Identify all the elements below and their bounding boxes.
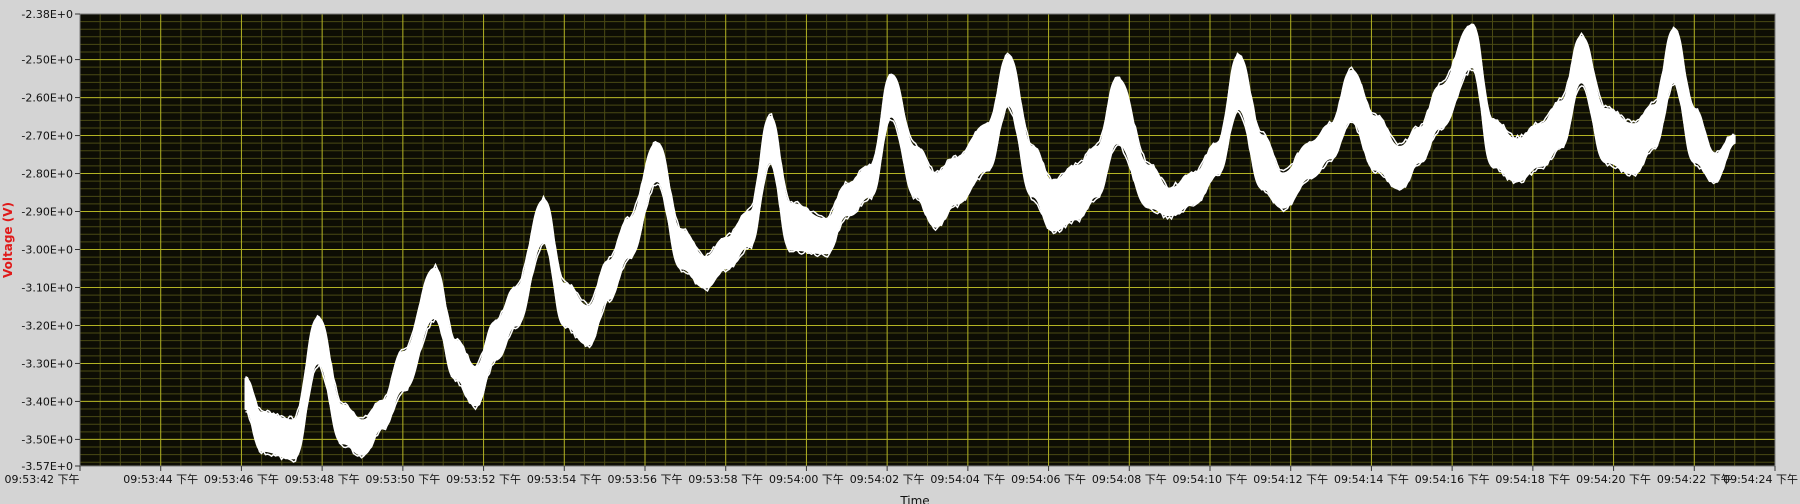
x-axis-ticks: 09:53:42 下午 09:53:44 下午 09:53:46 下午 09:53:4… <box>5 466 1798 486</box>
y-tick-label: -2.70E+0 <box>21 130 73 143</box>
x-tick-label: 09:54:08 下午 <box>1092 473 1167 486</box>
x-tick-label: 09:54:06 下午 <box>1011 473 1086 486</box>
y-tick-label: -3.20E+0 <box>21 319 73 332</box>
y-tick-label: -3.10E+0 <box>21 281 73 294</box>
voltage-time-chart: -2.38E+0 -2.50E+0 -2.60E+0 -2.70E+0 -2.80E+0… <box>1 8 1798 504</box>
x-tick-label: 09:54:10 下午 <box>1173 473 1248 486</box>
x-tick-label: 09:54:16 下午 <box>1415 473 1490 486</box>
x-axis-label: Time <box>899 494 929 504</box>
x-tick-label: 09:53:50 下午 <box>365 473 440 486</box>
y-axis-ticks: -2.38E+0 -2.50E+0 -2.60E+0 -2.70E+0 -2.80E+0… <box>21 8 80 473</box>
y-tick-label: -2.90E+0 <box>21 206 73 219</box>
x-tick-label: 09:53:54 下午 <box>527 473 602 486</box>
x-tick-label: 09:54:02 下午 <box>850 473 925 486</box>
x-tick-label: 09:53:42 下午 <box>5 473 80 486</box>
x-tick-label: 09:54:18 下午 <box>1495 473 1570 486</box>
x-tick-label: 09:54:12 下午 <box>1253 473 1328 486</box>
x-tick-label: 09:53:46 下午 <box>204 473 279 486</box>
chart-panel: -2.38E+0 -2.50E+0 -2.60E+0 -2.70E+0 -2.80E+0… <box>0 0 1800 504</box>
x-tick-label: 09:54:20 下午 <box>1576 473 1651 486</box>
x-tick-label: 09:54:14 下午 <box>1334 473 1409 486</box>
y-tick-label: -2.38E+0 <box>21 8 73 21</box>
x-tick-label: 09:54:24 下午 <box>1723 473 1798 486</box>
x-tick-label: 09:53:58 下午 <box>688 473 763 486</box>
x-tick-label: 09:54:04 下午 <box>930 473 1005 486</box>
y-tick-label: -2.50E+0 <box>21 54 73 67</box>
y-axis-label: Voltage (V) <box>1 202 15 278</box>
y-tick-label: -2.80E+0 <box>21 168 73 181</box>
x-tick-label: 09:53:52 下午 <box>446 473 521 486</box>
x-tick-label: 09:54:22 下午 <box>1657 473 1732 486</box>
x-tick-label: 09:54:00 下午 <box>769 473 844 486</box>
y-tick-label: -3.57E+0 <box>21 460 73 473</box>
y-tick-label: -3.00E+0 <box>21 243 73 256</box>
y-tick-label: -2.60E+0 <box>21 92 73 105</box>
x-tick-label: 09:53:48 下午 <box>285 473 360 486</box>
y-tick-label: -3.40E+0 <box>21 395 73 408</box>
x-tick-label: 09:53:56 下午 <box>608 473 683 486</box>
y-tick-label: -3.50E+0 <box>21 433 73 446</box>
x-tick-label: 09:53:44 下午 <box>123 473 198 486</box>
y-tick-label: -3.30E+0 <box>21 357 73 370</box>
